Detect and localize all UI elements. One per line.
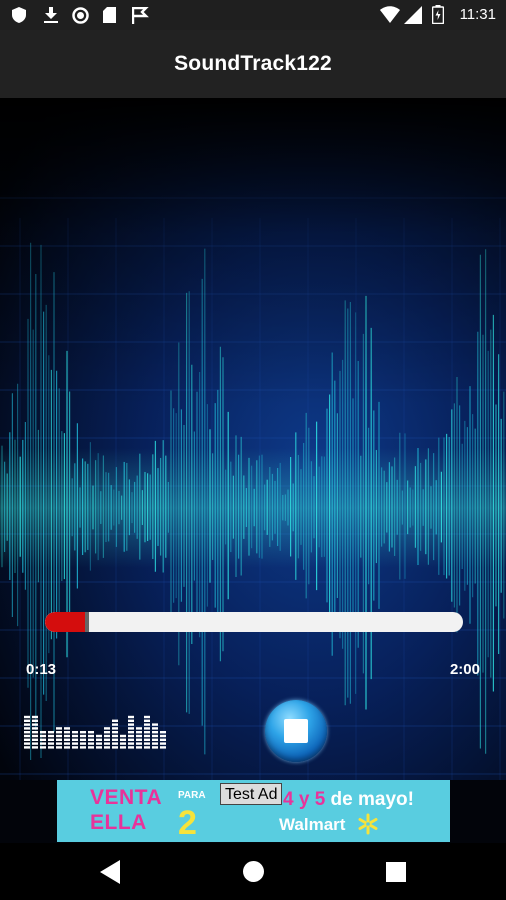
ad-dates: 4 y 5 de mayo! xyxy=(283,789,414,811)
current-time: 0:13 xyxy=(26,661,57,678)
sd-card-icon xyxy=(103,7,116,23)
progress-fill xyxy=(45,612,87,632)
equalizer-bar xyxy=(144,715,150,749)
status-bar: 11:31 xyxy=(0,0,506,30)
total-time: 2:00 xyxy=(449,661,480,678)
home-icon[interactable] xyxy=(242,860,265,883)
app-screen: 11:31 SoundTrack122 0:13 2:00 VENTA PARA… xyxy=(0,0,506,900)
back-icon[interactable] xyxy=(100,860,122,884)
equalizer-bar xyxy=(72,731,78,749)
status-time: 11:31 xyxy=(459,6,496,23)
app-bar: SoundTrack122 xyxy=(0,30,506,98)
ad-dates-highlight: 4 y 5 xyxy=(283,789,326,810)
test-ad-label: Test Ad xyxy=(220,783,283,805)
equalizer-bar xyxy=(104,727,110,749)
shield-icon xyxy=(12,7,26,23)
ad-headline-venta: VENTA xyxy=(90,786,163,809)
equalizer-bar xyxy=(120,734,126,749)
waveform-background xyxy=(0,98,506,780)
recents-icon[interactable] xyxy=(386,862,406,882)
equalizer-bar xyxy=(152,723,158,749)
battery-icon xyxy=(432,5,444,24)
ad-headline-number: 2 xyxy=(178,804,197,842)
walmart-spark-icon xyxy=(358,813,378,835)
progress-thumb[interactable] xyxy=(85,612,89,632)
equalizer-bar xyxy=(48,731,54,749)
equalizer-bar xyxy=(112,719,118,749)
equalizer-bar xyxy=(40,731,46,749)
signal-icon xyxy=(404,6,422,24)
flag-icon xyxy=(132,7,149,24)
equalizer-bar xyxy=(136,727,142,749)
ad-headline-para: PARA xyxy=(178,790,206,801)
navigation-bar xyxy=(0,843,506,900)
circle-icon xyxy=(72,7,89,24)
stop-button[interactable] xyxy=(265,700,327,762)
equalizer-bar xyxy=(64,727,70,749)
ad-dates-rest: de mayo! xyxy=(330,789,414,810)
equalizer-bar xyxy=(160,731,166,749)
ad-brand-name: Walmart xyxy=(279,815,346,834)
equalizer-visualizer xyxy=(24,715,166,749)
equalizer-bar xyxy=(32,715,38,749)
equalizer-bar xyxy=(80,731,86,749)
equalizer-bar xyxy=(96,734,102,749)
progress-bar[interactable] xyxy=(45,612,463,632)
equalizer-bar xyxy=(128,715,134,749)
app-title: SoundTrack122 xyxy=(174,52,332,75)
stop-icon xyxy=(284,719,308,743)
ad-headline-ella: ELLA xyxy=(90,811,147,834)
download-icon xyxy=(44,7,58,23)
equalizer-bar xyxy=(56,727,62,749)
equalizer-bar xyxy=(24,715,30,749)
equalizer-bar xyxy=(88,731,94,749)
wifi-icon xyxy=(380,6,400,23)
